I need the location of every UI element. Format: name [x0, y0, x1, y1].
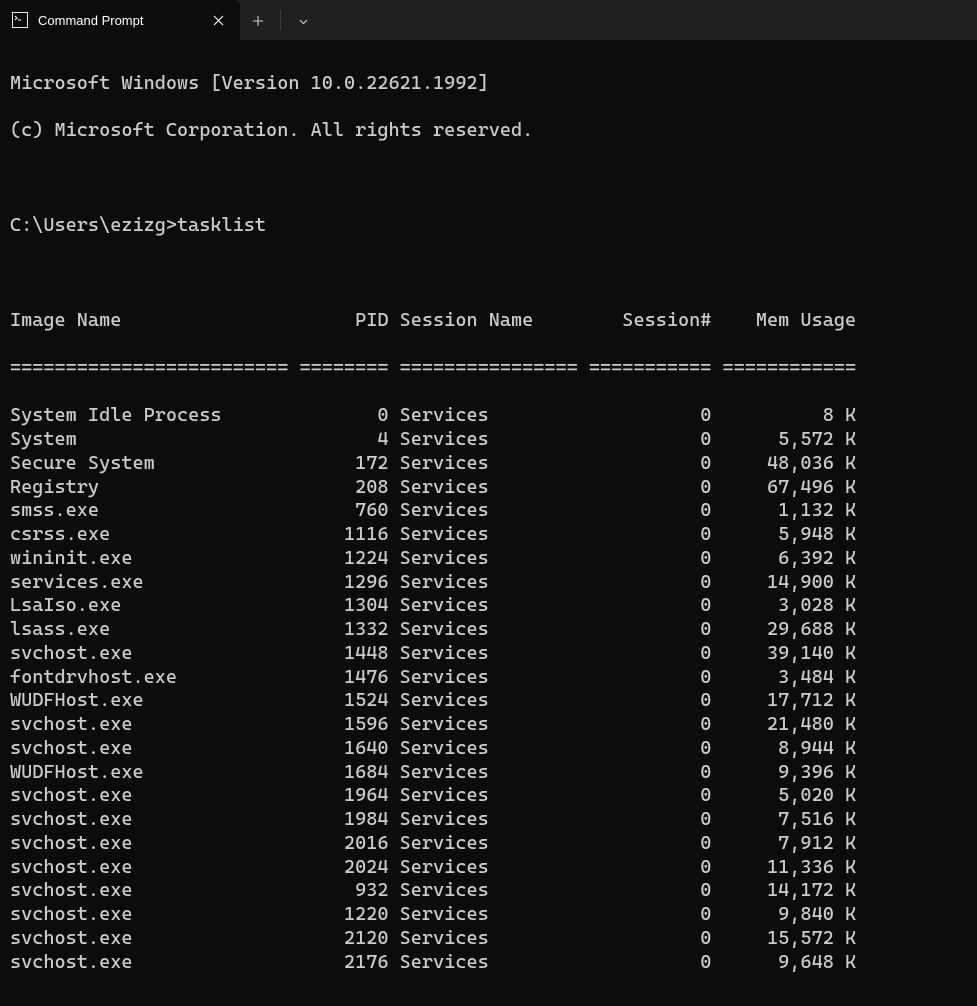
process-row: svchost.exe 1964 Services 0 5,020 K: [10, 784, 967, 808]
tab-dropdown-button[interactable]: [285, 3, 321, 39]
prompt-command: tasklist: [177, 214, 266, 236]
tasklist-divider: ========================= ======== =====…: [10, 357, 967, 381]
tab-title: Command Prompt: [38, 13, 208, 28]
process-row: System Idle Process 0 Services 0 8 K: [10, 404, 967, 428]
blank-line: [10, 262, 967, 286]
prompt-path: C:\Users\ezizg>: [10, 214, 177, 236]
process-row: System 4 Services 0 5,572 K: [10, 428, 967, 452]
process-row: services.exe 1296 Services 0 14,900 K: [10, 571, 967, 595]
process-row: svchost.exe 1596 Services 0 21,480 K: [10, 713, 967, 737]
process-row: svchost.exe 1448 Services 0 39,140 K: [10, 642, 967, 666]
process-row: svchost.exe 2176 Services 0 9,648 K: [10, 951, 967, 975]
process-row: svchost.exe 2024 Services 0 11,336 K: [10, 856, 967, 880]
process-row: wininit.exe 1224 Services 0 6,392 K: [10, 547, 967, 571]
process-row: LsaIso.exe 1304 Services 0 3,028 K: [10, 594, 967, 618]
titlebar: Command Prompt: [0, 0, 977, 40]
process-row: WUDFHost.exe 1524 Services 0 17,712 K: [10, 689, 967, 713]
tasklist-header: Image Name PID Session Name Session# Mem…: [10, 309, 967, 333]
titlebar-separator: [280, 10, 281, 30]
process-row: smss.exe 760 Services 0 1,132 K: [10, 499, 967, 523]
process-list: System Idle Process 0 Services 0 8 KSyst…: [10, 404, 967, 974]
prompt-line: C:\Users\ezizg>tasklist: [10, 214, 967, 238]
banner-copyright: (c) Microsoft Corporation. All rights re…: [10, 119, 967, 143]
process-row: svchost.exe 1640 Services 0 8,944 K: [10, 737, 967, 761]
terminal-output[interactable]: Microsoft Windows [Version 10.0.22621.19…: [0, 40, 977, 1006]
process-row: svchost.exe 1220 Services 0 9,840 K: [10, 903, 967, 927]
new-tab-button[interactable]: [240, 3, 276, 39]
process-row: svchost.exe 2120 Services 0 15,572 K: [10, 927, 967, 951]
blank-line: [10, 167, 967, 191]
process-row: Registry 208 Services 0 67,496 K: [10, 476, 967, 500]
process-row: svchost.exe 1984 Services 0 7,516 K: [10, 808, 967, 832]
process-row: fontdrvhost.exe 1476 Services 0 3,484 K: [10, 666, 967, 690]
process-row: svchost.exe 932 Services 0 14,172 K: [10, 879, 967, 903]
banner-version: Microsoft Windows [Version 10.0.22621.19…: [10, 72, 967, 96]
process-row: WUDFHost.exe 1684 Services 0 9,396 K: [10, 761, 967, 785]
process-row: csrss.exe 1116 Services 0 5,948 K: [10, 523, 967, 547]
process-row: lsass.exe 1332 Services 0 29,688 K: [10, 618, 967, 642]
process-row: svchost.exe 2016 Services 0 7,912 K: [10, 832, 967, 856]
close-tab-button[interactable]: [208, 10, 228, 30]
process-row: Secure System 172 Services 0 48,036 K: [10, 452, 967, 476]
titlebar-controls: [240, 0, 321, 40]
command-prompt-icon: [12, 12, 28, 28]
active-tab[interactable]: Command Prompt: [0, 0, 240, 40]
